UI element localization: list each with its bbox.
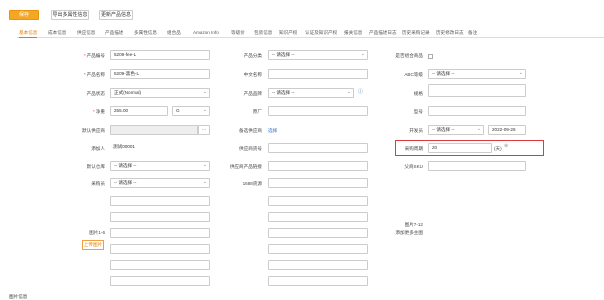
lead-time-highlight	[395, 140, 544, 156]
parent-sku-label: 父商SKU	[404, 164, 423, 169]
image-url-input-4[interactable]	[110, 244, 210, 254]
default-supplier-input	[110, 125, 198, 135]
info-icon[interactable]: ⓘ	[358, 88, 363, 95]
image-url-input-10[interactable]	[268, 244, 368, 254]
image-url-input-1[interactable]	[110, 196, 210, 206]
model-label: 型号	[413, 109, 423, 114]
spec-label: 规格	[413, 91, 423, 96]
weight-unit-select[interactable]: G	[172, 106, 210, 116]
image-url-input-12[interactable]	[268, 276, 368, 286]
tab-package-info[interactable]: 包装信息	[254, 27, 272, 38]
parent-sku-input[interactable]	[428, 161, 526, 171]
is-combo-checkbox[interactable]	[428, 54, 433, 59]
add-more-images-label[interactable]: 添加更多主图	[380, 230, 423, 236]
model-input[interactable]	[428, 106, 526, 116]
supplier-code-input[interactable]	[268, 143, 368, 153]
tab-supply-info[interactable]: 供应信息	[77, 27, 95, 38]
image-url-input-8[interactable]	[268, 212, 368, 222]
tab-tier-price[interactable]: 等级价	[231, 27, 245, 38]
factory-sku-input[interactable]	[268, 106, 368, 116]
more-button[interactable]: ···	[198, 125, 210, 135]
name-label: *产品名称	[83, 72, 105, 77]
tab-combo[interactable]: 组合品	[167, 27, 181, 38]
develop-date-input[interactable]: 2022-09-26	[488, 125, 526, 135]
creator-value: 测试00001	[110, 143, 210, 153]
sku-input[interactable]: 5209-fee-L	[110, 50, 210, 60]
tab-purchase-history[interactable]: 历史采购记录	[402, 27, 430, 38]
brand-select[interactable]: -- 请选择 --	[268, 88, 354, 98]
supplier-code-label: 供应商货号	[239, 146, 262, 151]
images-1-6-label: 图片1-6	[89, 230, 105, 235]
cn-name-label: 中文名称	[243, 72, 262, 77]
upload-image-button[interactable]: 上传图片	[82, 240, 104, 250]
developer-label: 开发员	[409, 128, 423, 133]
image-url-input-3[interactable]	[110, 228, 210, 238]
status-select[interactable]: 正式(Normal)	[110, 88, 210, 98]
brand-label: 产品品牌	[243, 91, 262, 96]
abc-label: ABC等级	[404, 72, 423, 77]
alt-supplier-select-link[interactable]: 选择	[268, 128, 277, 134]
tab-edit-log[interactable]: 历史修改日志	[436, 27, 464, 38]
sku-label: *产品编号	[83, 53, 105, 58]
tab-cost-info[interactable]: 成本信息	[48, 27, 66, 38]
category-label: 产品分类	[243, 53, 262, 58]
abc-select[interactable]: -- 请选择 --	[428, 69, 526, 79]
image-url-input-2[interactable]	[110, 212, 210, 222]
image-url-input-6[interactable]	[110, 276, 210, 286]
tab-ip[interactable]: 知识产权	[279, 27, 297, 38]
category-select[interactable]: -- 请选择 --	[268, 50, 368, 60]
tab-notes[interactable]: 备注	[468, 27, 477, 38]
tab-desc-log[interactable]: 产品描述日志	[369, 27, 397, 38]
product-info-heading: 图片信息	[9, 294, 28, 299]
status-label: 产品状态	[86, 91, 105, 96]
supplier-link-input[interactable]	[268, 161, 368, 171]
factory-sku-label: 原厂	[252, 109, 262, 114]
images-7-12-label: 图片7-12	[404, 222, 423, 227]
export-multi-attr-button[interactable]: 导出多属性信息	[51, 10, 89, 20]
image-url-input-5[interactable]	[110, 260, 210, 270]
buyer-select[interactable]: -- 请选择 --	[110, 178, 210, 188]
supplier-link-label: 供应商产品链接	[229, 164, 262, 169]
tab-certification[interactable]: 认证及知识产权	[305, 27, 337, 38]
alt-supplier-label: 备选供应商	[239, 128, 262, 133]
save-button[interactable]: 保存	[9, 10, 39, 20]
default-warehouse-select[interactable]: -- 请选择 --	[110, 161, 210, 171]
image-url-input-9[interactable]	[268, 228, 368, 238]
weight-input[interactable]: 255.00	[110, 106, 168, 116]
tab-multi-attr[interactable]: 多属性信息	[134, 27, 157, 38]
weight-label: *净重	[93, 109, 105, 114]
tab-product-desc[interactable]: 产品描述	[105, 27, 123, 38]
default-supplier-label: 默认供应商	[82, 128, 105, 133]
tab-amazon-info[interactable]: Amazon Info	[193, 27, 219, 38]
creator-label: 添加人	[91, 146, 105, 151]
update-product-info-button[interactable]: 更新产品信息	[99, 10, 133, 20]
spec-input[interactable]	[428, 84, 526, 97]
tab-customs[interactable]: 报关信息	[344, 27, 362, 38]
tab-basic-info[interactable]: 基本信息	[19, 27, 38, 38]
name-input[interactable]: 5209-黑色-L	[110, 69, 210, 79]
cn-name-input[interactable]	[268, 69, 368, 79]
default-warehouse-label: 默认仓库	[86, 164, 105, 169]
image-url-input-7[interactable]	[268, 196, 368, 206]
developer-select[interactable]: -- 请选择 --	[428, 125, 484, 135]
image-url-input-11[interactable]	[268, 260, 368, 270]
hs-source-label: 1688货源	[242, 181, 262, 186]
hs-source-input[interactable]	[268, 178, 368, 188]
buyer-label: 采购员	[91, 181, 105, 186]
is-combo-label: 是否组合商品	[395, 53, 423, 58]
tab-bar: 基本信息 成本信息 供应信息 产品描述 多属性信息 组合品 Amazon Inf…	[17, 27, 604, 38]
